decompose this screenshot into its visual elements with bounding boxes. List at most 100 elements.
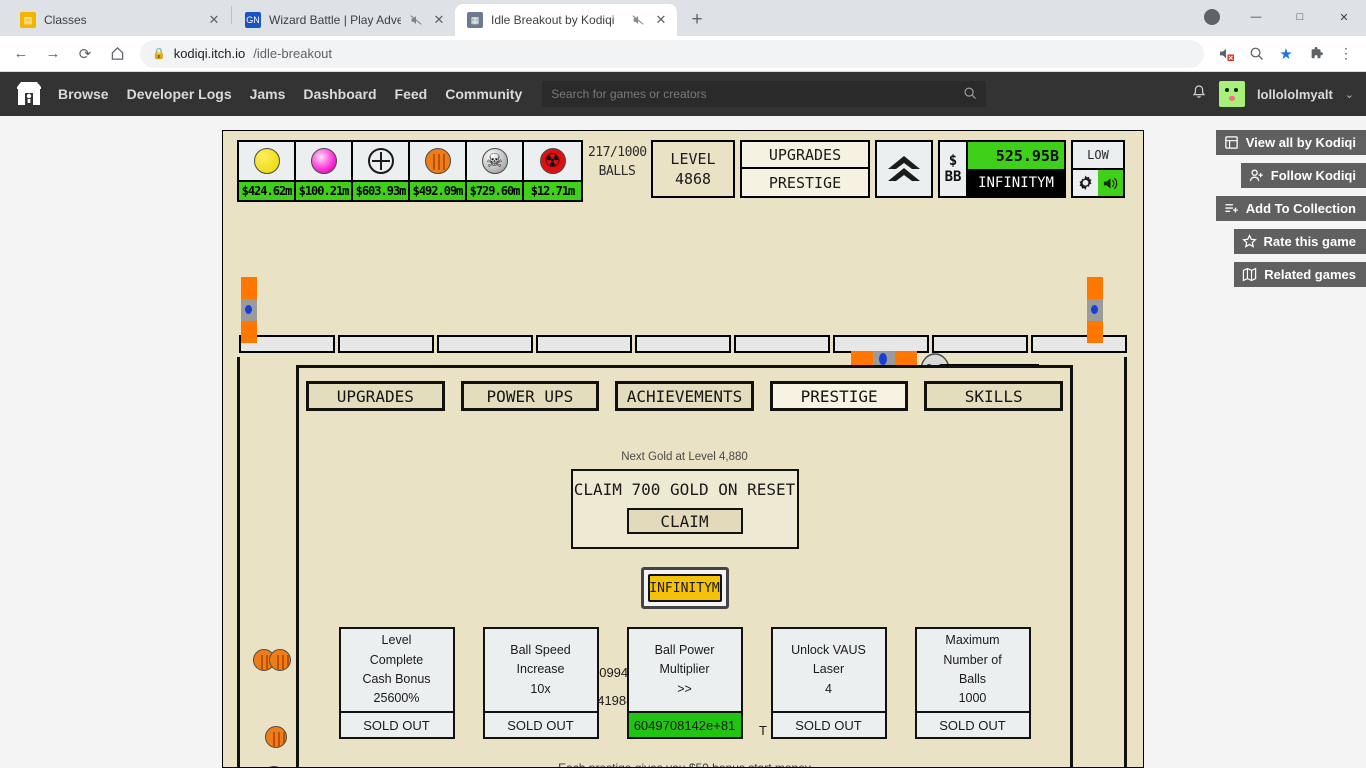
brick[interactable] [536,335,632,353]
media-mute-icon[interactable] [1212,40,1240,68]
card-footer[interactable]: SOLD OUT [772,711,885,737]
level-value: 4868 [674,170,712,188]
card-level-complete-cash-bonus[interactable]: Level Complete Cash Bonus 25600% SOLD OUT [338,627,455,739]
tab-title: Wizard Battle | Play Adventu [269,13,401,27]
tab-upgrades[interactable]: UPGRADES [306,381,445,411]
avatar[interactable] [1218,81,1245,107]
chevron-down-icon[interactable]: ⌄ [1345,88,1354,101]
browser-tab-classes[interactable]: ▤ Classes ✕ [8,4,230,36]
upgrades-button[interactable]: UPGRADES [742,142,868,169]
ball-button-poison[interactable]: $12.71m [524,142,581,200]
list-plus-icon [1225,204,1238,213]
tab-power-ups[interactable]: POWER UPS [460,381,600,411]
paddle-segment [1087,277,1103,299]
nav-community[interactable]: Community [445,86,522,102]
search-icon[interactable] [963,86,977,103]
zoom-out-icon[interactable] [1242,40,1270,68]
brick[interactable] [734,335,830,353]
currency-selector[interactable]: INFINITYM [640,567,729,609]
itch-logo-icon[interactable] [12,79,46,109]
card-footer[interactable]: SOLD OUT [484,711,597,737]
currency-button[interactable]: INFINITYM [647,574,722,602]
tab-close-button[interactable]: ✕ [206,12,222,28]
brick[interactable] [635,335,731,353]
gear-icon[interactable] [1073,170,1098,196]
browser-tab-idle-breakout[interactable]: ▦ Idle Breakout by Kodiqi ✕ [455,4,677,36]
ball-button-pink[interactable]: $100.21m [296,142,353,200]
add-to-collection-button[interactable]: Add To Collection [1215,196,1366,221]
site-search-input[interactable]: Search for games or creators [542,81,987,107]
card-footer[interactable]: SOLD OUT [916,711,1029,737]
browser-tab-wizard-battle[interactable]: GN Wizard Battle | Play Adventu ✕ [233,4,455,36]
speaker-on-icon[interactable] [1098,170,1123,196]
username-label[interactable]: lollololmyalt [1257,87,1333,102]
follow-kodiqi-button[interactable]: Follow Kodiqi [1240,163,1366,188]
brick[interactable] [338,335,434,353]
card-footer[interactable]: 6049708142e+81 [628,711,741,737]
ball-price: $424.62m [239,180,294,200]
tab-close-button[interactable]: ✕ [653,12,669,28]
ball-count-display: 217/1000 BALLS [588,140,647,182]
paddle-right[interactable] [1087,277,1103,343]
radiation-ball-icon [539,148,566,174]
view-all-by-kodiqi-button[interactable]: View all by Kodiqi [1215,130,1366,155]
paddle-left[interactable] [241,277,257,343]
tab-mute-icon[interactable] [631,13,645,27]
search-placeholder: Search for games or creators [551,87,707,101]
rate-this-game-button[interactable]: Rate this game [1233,229,1366,254]
classes-favicon: ▤ [20,12,36,28]
ball-button-scatter[interactable]: $729.60m [467,142,524,200]
ball-purchase-row: $424.62m $100.21m $603.93m $492.09m $729… [237,140,583,202]
ball-button-basic[interactable]: $424.62m [239,142,296,200]
options-box: LOW [1071,140,1125,198]
nav-browse[interactable]: Browse [58,86,109,102]
tab-skills[interactable]: SKILLS [924,381,1063,411]
ball-price: $12.71m [524,180,581,200]
claim-button[interactable]: CLAIM [626,508,743,534]
card-body: Ball Speed Increase 10x [510,642,571,696]
ball-button-sniper[interactable]: $492.09m [410,142,467,200]
reload-icon[interactable]: ⟳ [70,39,100,69]
notification-bell-icon[interactable] [1191,84,1207,105]
ball-button-plus[interactable]: $603.93m [353,142,410,200]
card-maximum-number-of-balls[interactable]: Maximum Number of Balls 1000 SOLD OUT [914,627,1031,739]
nav-feed[interactable]: Feed [395,86,428,102]
brick[interactable] [932,335,1028,353]
tab-achievements[interactable]: ACHIEVEMENTS [615,381,754,411]
nav-developer-logs[interactable]: Developer Logs [127,86,232,102]
card-ball-power-multiplier[interactable]: Ball Power Multiplier >> 6049708142e+81 [626,627,743,739]
chrome-menu-icon[interactable]: ⋮ [1332,40,1360,68]
paddle-segment [241,277,257,299]
nav-dashboard[interactable]: Dashboard [303,86,376,102]
side-btn-label: Add To Collection [1245,201,1356,216]
claim-gold-panel: CLAIM 700 GOLD ON RESET CLAIM [570,469,799,549]
brick[interactable] [1031,335,1127,353]
wizard-favicon: GN [245,12,261,28]
paddle-ball-indicator [879,353,887,365]
brick[interactable] [437,335,533,353]
prestige-button[interactable]: PRESTIGE [742,169,868,196]
forward-icon[interactable]: → [38,39,68,69]
card-value: 4 [825,681,832,696]
card-footer[interactable]: SOLD OUT [340,711,453,737]
related-games-button[interactable]: Related games [1234,262,1366,287]
tab-mute-icon[interactable] [409,13,423,27]
window-minimize-button[interactable]: — [1234,2,1278,32]
tab-prestige[interactable]: PRESTIGE [769,381,909,411]
bookmark-star-icon[interactable]: ★ [1272,40,1300,68]
game-canvas[interactable]: $424.62m $100.21m $603.93m $492.09m $729… [222,130,1144,768]
new-tab-button[interactable]: + [683,6,711,34]
nav-jams[interactable]: Jams [250,86,286,102]
home-icon[interactable] [102,39,132,69]
profile-circle-icon[interactable] [1190,2,1234,32]
window-maximize-button[interactable]: □ [1278,2,1322,32]
extensions-icon[interactable] [1302,40,1330,68]
tab-close-button[interactable]: ✕ [431,12,447,28]
address-bar[interactable]: 🔒 kodiqi.itch.io/idle-breakout [140,39,1204,68]
quality-low-button[interactable]: LOW [1073,142,1123,168]
speed-up-button[interactable] [875,140,933,198]
window-close-button[interactable]: ✕ [1322,2,1366,32]
card-ball-speed-increase[interactable]: Ball Speed Increase 10x SOLD OUT [482,627,599,739]
card-unlock-vaus-laser[interactable]: Unlock VAUS Laser 4 SOLD OUT [770,627,887,739]
back-icon[interactable]: ← [6,39,36,69]
